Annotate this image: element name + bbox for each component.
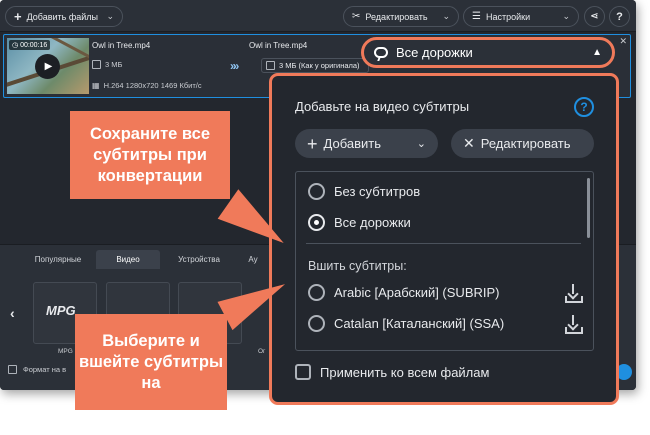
chevron-down-icon: ⌄ bbox=[442, 11, 450, 21]
plus-icon: + bbox=[307, 133, 318, 154]
chevron-down-icon: ⌄ bbox=[106, 11, 114, 21]
share-button[interactable]: ⋖ bbox=[584, 6, 605, 27]
settings-button[interactable]: ☰ Настройки ⌄ bbox=[463, 6, 579, 27]
tab-devices[interactable]: Устройства bbox=[162, 250, 236, 269]
sliders-icon: ☰ bbox=[472, 11, 481, 22]
radio-button[interactable] bbox=[308, 183, 325, 200]
subtitle-options-list: Без субтитров Все дорожки Вшить субтитры… bbox=[295, 171, 594, 351]
format-icon bbox=[8, 365, 17, 374]
download-icon[interactable] bbox=[565, 315, 583, 335]
add-subtitles-button[interactable]: + Добавить ⌄ bbox=[295, 129, 438, 158]
scrollbar-thumb[interactable] bbox=[587, 178, 590, 238]
chevron-up-icon: ▲ bbox=[592, 47, 602, 58]
output-format-label: Формат на в bbox=[23, 365, 67, 374]
apply-to-all-label: Применить ко всем файлам bbox=[320, 364, 490, 380]
duration-badge: ◷ 00:00:16 bbox=[9, 40, 51, 50]
remove-file-icon[interactable]: ✕ bbox=[619, 36, 627, 47]
chevron-down-icon: ⌄ bbox=[416, 138, 426, 150]
question-icon: ? bbox=[616, 10, 623, 23]
play-button[interactable]: ▶ bbox=[35, 54, 60, 79]
input-file-specs: ▦ H.264 1280x720 1469 Кбит/с bbox=[92, 81, 202, 90]
apply-to-all-files[interactable]: Применить ко всем файлам bbox=[295, 364, 489, 380]
duration-text: 00:00:16 bbox=[20, 42, 48, 49]
plus-icon: + bbox=[14, 9, 22, 24]
add-files-label: Добавить файлы bbox=[26, 11, 99, 22]
popover-title: Добавьте на видео субтитры bbox=[295, 99, 470, 114]
output-file-name[interactable]: Owl in Tree.mp4 bbox=[249, 41, 307, 50]
divider bbox=[306, 243, 581, 244]
play-icon: ▶ bbox=[44, 61, 53, 72]
track-label: Catalan [Каталанский] (SSA) bbox=[334, 316, 505, 331]
callout-burn-subtitles: Выберите и вшейте субтитры на bbox=[75, 314, 227, 410]
add-files-button[interactable]: + Добавить файлы ⌄ bbox=[5, 6, 123, 27]
share-icon: ⋖ bbox=[590, 11, 599, 22]
subtitle-tracks-label: Все дорожки bbox=[396, 45, 473, 60]
chevron-left-icon[interactable]: ‹ bbox=[10, 305, 15, 321]
subtitles-popover: Добавьте на видео субтитры ? + Добавить … bbox=[269, 73, 619, 405]
tab-audio[interactable]: Ау bbox=[238, 250, 268, 269]
download-tray bbox=[565, 327, 583, 334]
edit-label: Редактировать bbox=[365, 11, 428, 22]
burn-track-catalan[interactable]: Catalan [Каталанский] (SSA) bbox=[308, 315, 583, 332]
option-label: Все дорожки bbox=[334, 215, 411, 230]
download-icon[interactable] bbox=[565, 284, 583, 304]
preset-ogv-label: Ог bbox=[258, 348, 266, 355]
input-size-text: 3 МБ bbox=[105, 60, 123, 69]
edit-button[interactable]: ✂ Редактировать ⌄ bbox=[343, 6, 459, 27]
edit-subtitles-label: Редактировать bbox=[480, 136, 571, 151]
option-all-tracks[interactable]: Все дорожки bbox=[308, 214, 583, 231]
help-icon[interactable]: ? bbox=[574, 97, 594, 117]
option-no-subtitles[interactable]: Без субтитров bbox=[308, 183, 583, 200]
burn-subtitles-heading: Вшить субтитры: bbox=[308, 259, 407, 273]
preset-mpg-label: MPG bbox=[58, 348, 73, 355]
output-size-selector[interactable]: 3 МБ (Как у оригинала) bbox=[261, 58, 369, 73]
chevron-down-icon: ⌄ bbox=[562, 11, 570, 21]
burn-track-arabic[interactable]: Arabic [Арабский] (SUBRIP) bbox=[308, 284, 583, 301]
radio-button[interactable] bbox=[308, 315, 325, 332]
tools-icon: ✕ bbox=[463, 135, 475, 151]
radio-button[interactable] bbox=[308, 284, 325, 301]
callout-keep-subtitles: Сохраните все субтитры при конвертации bbox=[70, 111, 230, 199]
subtitle-tracks-dropdown[interactable]: Все дорожки ▲ bbox=[361, 37, 615, 68]
edit-subtitles-button[interactable]: ✕ Редактировать bbox=[451, 129, 594, 158]
callout-text: Сохраните все субтитры при конвертации bbox=[89, 124, 211, 185]
input-file-size: 3 МБ bbox=[92, 60, 122, 69]
option-label: Без субтитров bbox=[334, 184, 421, 199]
subtitles-icon bbox=[374, 47, 388, 58]
input-specs-text: H.264 1280x720 1469 Кбит/с bbox=[103, 81, 202, 90]
input-file-name: Owl in Tree.mp4 bbox=[92, 41, 151, 50]
tab-popular[interactable]: Популярные bbox=[22, 250, 94, 269]
video-thumbnail[interactable]: ◷ 00:00:16 ▶ bbox=[7, 38, 89, 94]
tab-video[interactable]: Видео bbox=[96, 250, 160, 269]
radio-button-selected[interactable] bbox=[308, 214, 325, 231]
help-button[interactable]: ? bbox=[609, 6, 630, 27]
file-icon bbox=[266, 61, 275, 70]
scissors-icon: ✂ bbox=[352, 11, 361, 22]
output-size-text: 3 МБ (Как у оригинала) bbox=[279, 61, 360, 70]
film-icon: ▦ bbox=[92, 81, 100, 90]
convert-arrows-icon: »» bbox=[230, 59, 240, 73]
clock-icon: ◷ bbox=[12, 42, 21, 49]
mpg-logo-icon: MPG bbox=[46, 303, 76, 318]
add-subtitles-label: Добавить bbox=[323, 136, 381, 151]
download-tray bbox=[565, 296, 583, 303]
callout-text: Выберите и вшейте субтитры на bbox=[78, 331, 224, 392]
file-icon bbox=[92, 60, 101, 69]
settings-label: Настройки bbox=[485, 11, 531, 22]
top-toolbar: + Добавить файлы ⌄ ✂ Редактировать ⌄ ☰ Н… bbox=[0, 0, 636, 32]
track-label: Arabic [Арабский] (SUBRIP) bbox=[334, 285, 500, 300]
output-format-row[interactable]: Формат на в bbox=[8, 365, 66, 374]
checkbox[interactable] bbox=[295, 364, 311, 380]
